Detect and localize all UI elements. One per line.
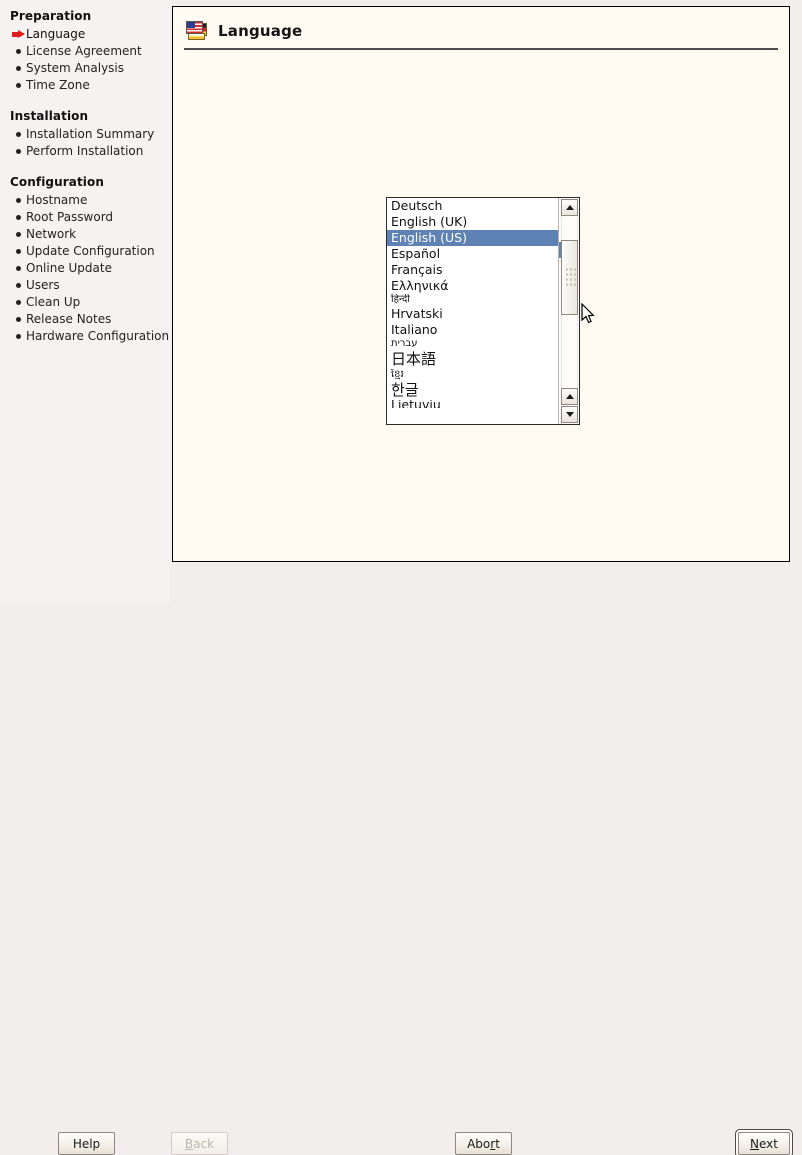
- bullet-icon: [10, 193, 26, 207]
- sidebar-item-label: Language: [26, 26, 86, 41]
- sidebar-item-label: Hostname: [26, 192, 88, 207]
- header-divider: [184, 48, 778, 50]
- list-item[interactable]: ខ្មែរ: [387, 369, 558, 381]
- sidebar-item-language[interactable]: Language: [10, 26, 170, 41]
- nav-group-title: Configuration: [10, 175, 105, 189]
- sidebar-item-license-agreement[interactable]: License Agreement: [10, 43, 170, 58]
- triangle-up-icon: [565, 205, 574, 210]
- mouse-cursor-icon: [581, 303, 595, 324]
- sidebar-item-clean-up[interactable]: Clean Up: [10, 294, 170, 309]
- panel-header: Language: [173, 7, 789, 47]
- bullet-icon: [10, 61, 26, 75]
- help-button[interactable]: Help: [58, 1132, 115, 1155]
- list-item[interactable]: Ελληνικά: [387, 278, 558, 294]
- bullet-icon: [10, 127, 26, 141]
- list-item[interactable]: 한글: [387, 381, 558, 400]
- sidebar-item-users[interactable]: Users: [10, 277, 170, 292]
- list-item[interactable]: हिन्दी: [387, 294, 558, 306]
- sidebar-item-hardware-configuration[interactable]: Hardware Configuration: [10, 328, 170, 343]
- bullet-icon: [10, 261, 26, 275]
- list-item[interactable]: 日本語: [387, 350, 558, 369]
- list-item[interactable]: English (UK): [387, 214, 558, 230]
- arrow-icon: [10, 27, 26, 41]
- scroll-down-button[interactable]: [561, 406, 578, 423]
- list-item[interactable]: Italiano: [387, 322, 558, 338]
- next-button[interactable]: Next: [738, 1132, 790, 1155]
- help-button-label: Help: [72, 1136, 101, 1151]
- triangle-down-icon: [565, 412, 574, 417]
- sidebar-item-update-configuration[interactable]: Update Configuration: [10, 243, 170, 258]
- sidebar-item-system-analysis[interactable]: System Analysis: [10, 60, 170, 75]
- main-content-panel: Language Deutsch English (UK) English (U…: [172, 6, 790, 562]
- nav-group-preparation: Preparation Language License Agreement S…: [10, 9, 170, 92]
- list-item[interactable]: Lietuvių: [387, 400, 558, 408]
- list-item-selected[interactable]: English (US): [387, 230, 558, 246]
- list-item[interactable]: Español: [387, 246, 558, 262]
- scroll-up-button-bottom[interactable]: [561, 388, 578, 405]
- sidebar-item-label: Installation Summary: [26, 126, 155, 141]
- sidebar-item-root-password[interactable]: Root Password: [10, 209, 170, 224]
- flag-stack-icon: [184, 19, 208, 43]
- list-item[interactable]: עברית: [387, 338, 558, 350]
- bullet-icon: [10, 278, 26, 292]
- sidebar-item-installation-summary[interactable]: Installation Summary: [10, 126, 170, 141]
- scroll-up-button[interactable]: [561, 199, 578, 216]
- abort-button-label: Abort: [467, 1136, 500, 1151]
- bullet-icon: [10, 210, 26, 224]
- grip-icon: [565, 267, 576, 287]
- nav-group-installation: Installation Installation Summary Perfor…: [10, 109, 170, 158]
- sidebar-item-label: Clean Up: [26, 294, 81, 309]
- sidebar-item-time-zone[interactable]: Time Zone: [10, 77, 170, 92]
- sidebar-item-label: Update Configuration: [26, 243, 155, 258]
- triangle-up-icon: [565, 394, 574, 399]
- back-button[interactable]: Back: [171, 1132, 228, 1155]
- sidebar-item-label: Time Zone: [26, 77, 90, 92]
- bullet-icon: [10, 227, 26, 241]
- sidebar-item-online-update[interactable]: Online Update: [10, 260, 170, 275]
- bullet-icon: [10, 244, 26, 258]
- bullet-icon: [10, 295, 26, 309]
- language-listbox[interactable]: Deutsch English (UK) English (US) Españo…: [386, 197, 580, 425]
- back-button-label: Back: [184, 1136, 215, 1151]
- bullet-icon: [10, 144, 26, 158]
- list-item[interactable]: Deutsch: [387, 198, 558, 214]
- sidebar-item-perform-installation[interactable]: Perform Installation: [10, 143, 170, 158]
- abort-button[interactable]: Abort: [455, 1132, 512, 1155]
- sidebar-item-label: Users: [26, 277, 60, 292]
- bullet-icon: [10, 312, 26, 326]
- sidebar-item-label: Network: [26, 226, 77, 241]
- sidebar-item-release-notes[interactable]: Release Notes: [10, 311, 170, 326]
- sidebar-item-label: Root Password: [26, 209, 114, 224]
- page-title: Language: [218, 22, 303, 40]
- list-item[interactable]: Français: [387, 262, 558, 278]
- nav-group-configuration: Configuration Hostname Root Password Net…: [10, 175, 170, 343]
- sidebar-item-network[interactable]: Network: [10, 226, 170, 241]
- nav-group-title: Installation: [10, 109, 89, 123]
- sidebar-item-label: Hardware Configuration: [26, 328, 170, 343]
- sidebar-item-label: License Agreement: [26, 43, 142, 58]
- sidebar-item-label: Online Update: [26, 260, 112, 275]
- next-button-label: Next: [750, 1136, 778, 1151]
- listbox-scrollbar[interactable]: [558, 198, 579, 424]
- installer-sidebar: Preparation Language License Agreement S…: [0, 0, 170, 602]
- scrollbar-thumb[interactable]: [561, 240, 578, 315]
- nav-group-title: Preparation: [10, 9, 92, 23]
- sidebar-item-label: Perform Installation: [26, 143, 144, 158]
- sidebar-item-hostname[interactable]: Hostname: [10, 192, 170, 207]
- language-list-items[interactable]: Deutsch English (UK) English (US) Españo…: [387, 198, 558, 424]
- list-item[interactable]: Hrvatski: [387, 306, 558, 322]
- sidebar-item-label: System Analysis: [26, 60, 125, 75]
- bullet-icon: [10, 329, 26, 343]
- bullet-icon: [10, 78, 26, 92]
- bullet-icon: [10, 44, 26, 58]
- sidebar-item-label: Release Notes: [26, 311, 112, 326]
- wizard-button-bar: Help Back Abort Next: [0, 562, 802, 1155]
